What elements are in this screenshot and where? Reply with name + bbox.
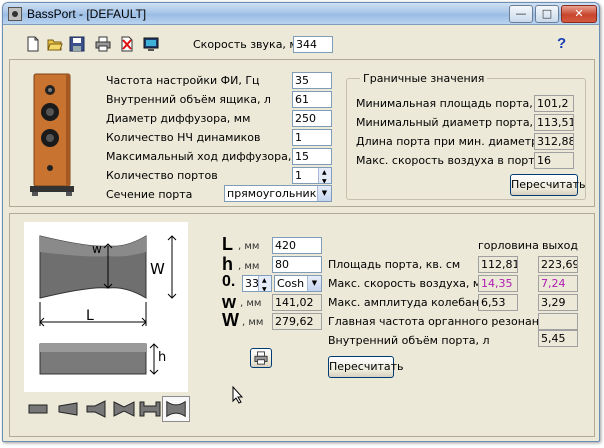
toolbar: Скорость звука, м /с 344 ? [3, 25, 599, 55]
port-count-stepper[interactable]: 1 [292, 167, 332, 184]
diagram-label-L: L [86, 308, 94, 324]
mouse-cursor-icon [232, 386, 244, 404]
port-area-label: Площадь порта, кв. см [328, 258, 461, 271]
close-button[interactable]: ✕ [561, 5, 597, 23]
chevron-down-icon[interactable]: ▼ [317, 186, 331, 201]
limits-title: Граничные значения [360, 72, 488, 85]
flare-stepper[interactable]: 33 [242, 275, 272, 292]
flare-symbol: 0. [222, 273, 236, 290]
print-icon[interactable] [95, 36, 111, 52]
port-length-value: 312,88 [534, 133, 574, 150]
flare-value: 33 [245, 277, 259, 290]
straight-port-icon[interactable] [24, 396, 52, 422]
port-count-label: Количество портов [106, 169, 218, 182]
print-icon [254, 351, 268, 365]
woofer-count-label: Количество НЧ динамиков [106, 131, 261, 144]
recalc-limits-button[interactable]: Пересчитать [510, 174, 586, 196]
diagram-label-W: W [150, 260, 165, 278]
woofer-count-input[interactable]: 1 [292, 129, 332, 146]
recalc-port-button[interactable]: Пересчитать [328, 356, 404, 378]
throat-width-value: 141,02 [272, 294, 322, 311]
flare-spin-icon[interactable] [258, 276, 271, 291]
delete-icon[interactable] [119, 36, 135, 52]
port-geometry-panel: w W L h L , мм 420 h , мм 80 0. 33 Cosh … [9, 213, 595, 437]
outlet-width-unit: , мм [242, 317, 264, 328]
min-port-diameter-value: 113,51 [534, 114, 574, 131]
port-diagram [24, 222, 188, 392]
outlet-width-symbol: W [222, 310, 239, 330]
air-speed-outlet: 7,24 [538, 275, 578, 292]
port-section-value: прямоугольник [227, 187, 317, 200]
speaker-app-icon [8, 7, 22, 21]
outlet-width-value: 279,62 [272, 313, 322, 330]
cone-port-icon[interactable] [54, 396, 82, 422]
curve-chevron-down-icon[interactable]: ▼ [307, 276, 321, 291]
box-volume-input[interactable]: 61 [292, 91, 332, 108]
port-volume-label: Внутренний объём порта, л [328, 334, 490, 347]
length-input[interactable]: 420 [272, 237, 322, 254]
help-icon[interactable]: ? [557, 35, 566, 52]
port-section-select[interactable]: прямоугольник ▼ [224, 185, 332, 202]
monitor-icon[interactable] [143, 36, 159, 52]
amplitude-outlet: 3,29 [538, 294, 578, 311]
length-unit: , мм [238, 241, 260, 252]
print-dims-button[interactable] [250, 348, 272, 368]
port-count-spin-icon[interactable] [318, 168, 331, 183]
port-area-outlet: 223,69 [538, 256, 578, 273]
save-icon[interactable] [69, 36, 85, 52]
speaker-cabinet-image [30, 73, 74, 196]
title-bar[interactable]: BassPort - [DEFAULT] — □ ✕ [3, 3, 599, 25]
curve-type-select[interactable]: Cosh ▼ [274, 275, 322, 292]
open-folder-icon[interactable] [47, 36, 63, 52]
throat-width-unit: , мм [240, 298, 262, 309]
length-symbol: L [222, 234, 233, 254]
app-window: BassPort - [DEFAULT] — □ ✕ Скорость звук… [2, 2, 600, 442]
organ-resonance-label: Главная частота органного резонанса, Гц [328, 315, 573, 328]
curve-type-value: Cosh [277, 277, 305, 290]
sound-speed-input[interactable]: 344 [293, 36, 333, 53]
port-count-value: 1 [295, 169, 302, 182]
height-input[interactable]: 80 [272, 256, 322, 273]
port-section-label: Сечение порта [106, 188, 193, 201]
diagram-label-h: h [158, 350, 167, 365]
amplitude-throat: 6,53 [478, 294, 518, 311]
input-parameters-panel: Частота настройки ФИ, Гц 35 Внутренний о… [9, 59, 595, 207]
port-area-throat: 112,81 [478, 256, 518, 273]
new-file-icon[interactable] [25, 36, 41, 52]
max-excursion-label: Максимальный ход диффузора, мм [106, 150, 312, 163]
organ-resonance-value [538, 313, 578, 330]
min-port-area-value: 101,2 [534, 95, 574, 112]
box-volume-label: Внутренний объём ящика, л [106, 93, 271, 106]
tuning-frequency-label: Частота настройки ФИ, Гц [106, 74, 260, 87]
height-symbol: h [222, 254, 233, 274]
air-speed-label: Макс. скорость воздуха, м / с [328, 277, 498, 290]
height-unit: , мм [238, 261, 260, 272]
double-cone-port-icon[interactable] [110, 396, 138, 422]
diagram-label-w: w [92, 242, 102, 256]
hyperbolic-port-icon[interactable] [162, 396, 190, 422]
max-excursion-input[interactable]: 15 [292, 148, 332, 165]
flanged-port-icon[interactable] [136, 396, 164, 422]
port-volume-value: 5,45 [538, 330, 578, 347]
cone-diameter-label: Диаметр диффузора, мм [106, 112, 251, 125]
air-speed-throat: 14,35 [478, 275, 518, 292]
tuning-frequency-input[interactable]: 35 [292, 72, 332, 89]
min-port-diameter-label: Минимальный диаметр порта, мм [356, 116, 554, 129]
outlet-column-header: выход [542, 239, 579, 252]
maximize-button[interactable]: □ [535, 5, 559, 23]
cone-diameter-input[interactable]: 250 [292, 110, 332, 127]
max-air-speed-value: 16 [534, 152, 574, 169]
window-title: BassPort - [DEFAULT] [27, 7, 147, 21]
throat-column-header: горловина [478, 239, 539, 252]
minimize-button[interactable]: — [509, 5, 533, 23]
horn-port-icon[interactable] [82, 396, 110, 422]
